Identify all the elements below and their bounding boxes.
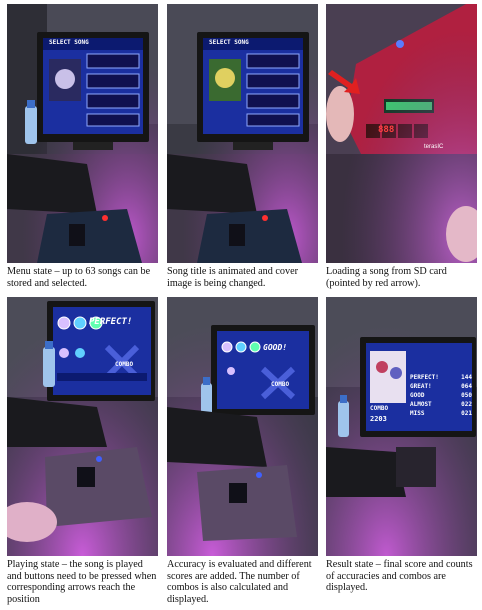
result-label: GREAT!: [410, 383, 432, 390]
result-value: 022: [461, 401, 472, 408]
photo-playing-state: [7, 297, 158, 556]
screen-header: SELECT SONG: [209, 39, 249, 46]
final-score: 2203: [370, 415, 387, 423]
seven-segment-display: 888: [378, 125, 395, 135]
photo-result-state: [326, 297, 477, 556]
result-row-perfect: PERFECT! 144: [410, 373, 472, 382]
combo-label: COMBO: [115, 361, 134, 368]
result-value: 021: [461, 410, 472, 417]
result-label: GOOD: [410, 392, 425, 399]
judgement-text: GOOD!: [263, 343, 288, 352]
photo-panel-playing: PERFECT! COMBO: [7, 297, 158, 556]
photo-sd-card-loading: [326, 4, 477, 263]
caption-title-animation: Song title is animated and cover image i…: [167, 266, 298, 289]
result-label: MISS: [410, 410, 425, 417]
result-label: PERFECT!: [410, 374, 439, 381]
photo-panel-accuracy: GOOD! COMBO: [167, 297, 318, 556]
photo-panel-menu: SELECT SONG: [7, 4, 158, 263]
photo-accuracy: [167, 297, 318, 556]
caption-result-state: Result state – final score and counts of…: [326, 559, 473, 594]
photo-panel-sd-card: 888 terasIC: [326, 4, 477, 263]
caption-accuracy: Accuracy is evaluated and different scor…: [167, 559, 312, 605]
result-value: 144: [461, 374, 472, 381]
screen-header: SELECT SONG: [49, 39, 89, 46]
board-brand: terasIC: [424, 144, 444, 150]
result-row-great: GREAT! 064: [410, 382, 472, 391]
combo-label: COMBO: [271, 381, 290, 388]
caption-sd-card: Loading a song from SD card (pointed by …: [326, 266, 447, 289]
photo-panel-title-animation: SELECT SONG: [167, 4, 318, 263]
result-value: 050: [461, 392, 472, 399]
result-value: 064: [461, 383, 472, 390]
result-list: PERFECT! 144 GREAT! 064 GOOD 050 ALMOST 022 …: [410, 373, 472, 418]
result-label: ALMOST: [410, 401, 432, 408]
result-row-almost: ALMOST 022: [410, 400, 472, 409]
caption-playing-state: Playing state – the song is played and b…: [7, 559, 157, 605]
judgement-text: PERFECT!: [89, 317, 133, 327]
caption-menu-state: Menu state – up to 63 songs can be store…: [7, 266, 151, 289]
result-row-good: GOOD 050: [410, 391, 472, 400]
combo-label: COMBO: [370, 405, 389, 412]
photo-panel-result: PERFECT! 144 GREAT! 064 GOOD 050 ALMOST 022 …: [326, 297, 477, 556]
result-row-miss: MISS 021: [410, 409, 472, 418]
